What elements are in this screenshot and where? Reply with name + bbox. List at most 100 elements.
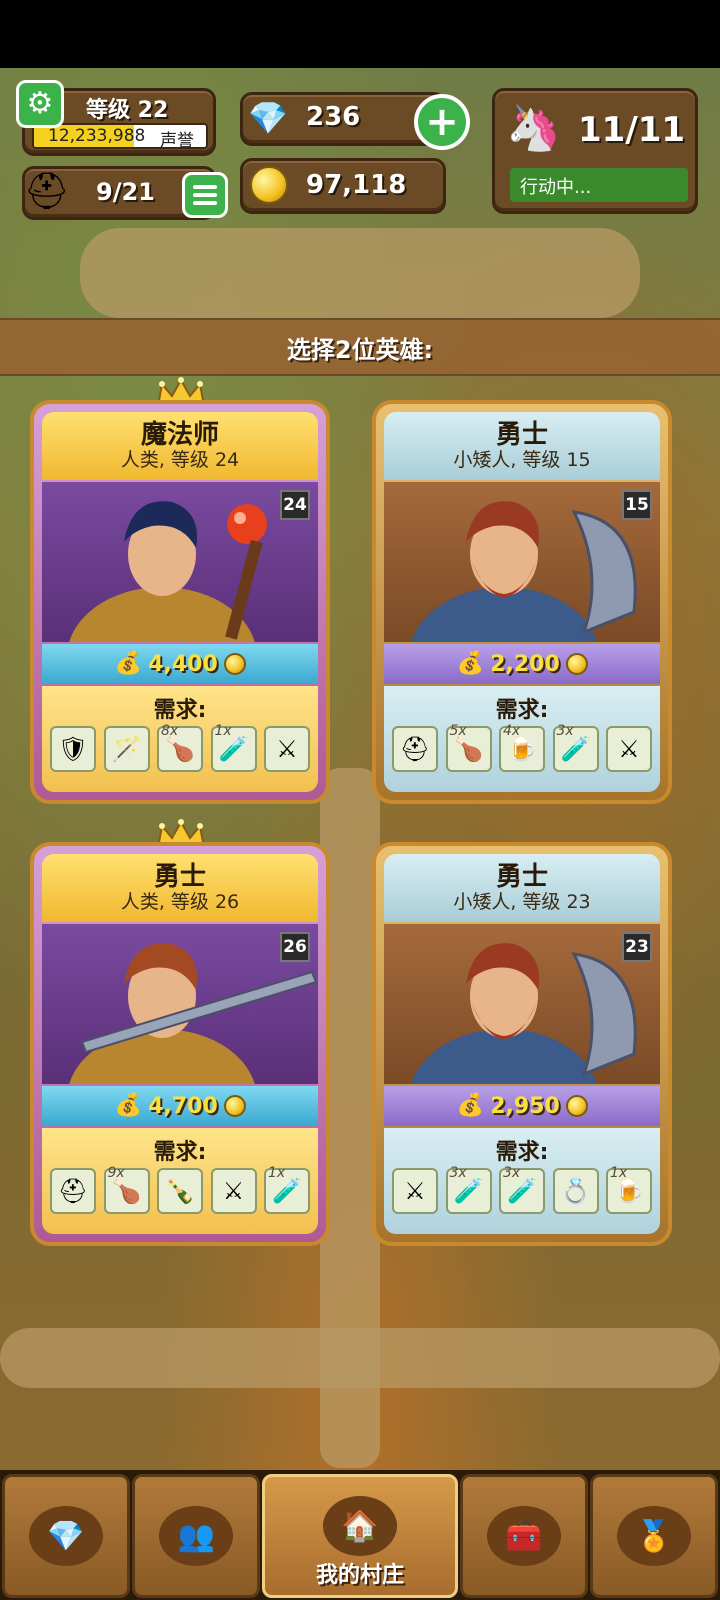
hero-card[interactable]: 勇士 人类, 等级 26 26 💰 4,700 需求: ⛑ 🍗 9x 🍾 ⚔ 🧪… (30, 842, 330, 1246)
requirement-item[interactable]: ⛑ (50, 1168, 96, 1214)
staff-icon: 🪄 (111, 735, 142, 763)
requirement-item[interactable]: 🧪 1x (210, 723, 257, 772)
requirement-item[interactable]: 🍗 9x (103, 1166, 150, 1214)
requirement-item[interactable]: 🍾 (157, 1168, 203, 1214)
nav-heroes-button[interactable]: 👥 (132, 1474, 261, 1598)
requirement-item[interactable]: 🧪 3x (445, 1165, 492, 1214)
requirement-item[interactable]: 🍗 5x (445, 724, 492, 772)
requirement-qty: 4x (503, 723, 521, 739)
energy-status: 行动中... (510, 168, 688, 202)
hero-portrait-art (411, 501, 637, 642)
potion-icon: 🧪 (507, 1177, 537, 1205)
requirement-qty: 1x (268, 1165, 286, 1181)
hero-card-header: 魔法师 人类, 等级 24 (42, 412, 318, 480)
unicorn-icon: 🦄 (506, 103, 561, 154)
hero-card-header: 勇士 小矮人, 等级 15 (384, 412, 660, 480)
heroes-count: 9/21 (96, 178, 155, 206)
requirement-item[interactable]: ⚔ (392, 1168, 438, 1214)
hero-card-inner: 勇士 小矮人, 等级 23 23 💰 2,950 需求: ⚔ 🧪 3x 🧪 3x… (384, 854, 660, 1234)
requirement-qty: 3x (449, 1165, 467, 1181)
hero-price: 💰 2,950 (384, 1086, 660, 1126)
gold-coin-icon (250, 166, 288, 204)
hero-price-value: 2,200 (490, 651, 560, 677)
requirement-items: ⛑ 🍗 5x 🍺 4x 🧪 3x ⚔ (392, 723, 652, 772)
meat-icon: 🍗 (453, 735, 484, 763)
money-bag-icon: 💰 (114, 1093, 142, 1118)
helmet-icon: ⛑ (399, 735, 431, 763)
requirement-item[interactable]: 💍 (552, 1168, 599, 1214)
requirement-item[interactable]: ⛑ (392, 726, 438, 772)
hero-level-badge: 15 (622, 490, 652, 520)
requirements-label: 需求: (153, 1140, 207, 1165)
requirement-items: 🛡 🪄 🍗 8x 🧪 1x ⚔ (50, 723, 310, 772)
hero-level-badge: 26 (280, 932, 310, 962)
hero-card[interactable]: 魔法师 人类, 等级 24 24 💰 4,400 需求: 🛡 🪄 🍗 8x 🧪 … (30, 400, 330, 804)
nav-village-button[interactable]: 🏠 我的村庄 (262, 1474, 458, 1598)
hero-portrait-art (69, 501, 267, 642)
swords-icon: ⚔ (404, 1177, 426, 1205)
hero-price-value: 4,700 (148, 1093, 218, 1119)
requirement-qty: 3x (556, 723, 574, 739)
requirement-item[interactable]: ⚔ (264, 726, 310, 772)
bottom-nav: 💎 👥 🏠 我的村庄 🧰 🏅 (0, 1470, 720, 1600)
hero-class: 魔法师 (140, 420, 219, 451)
prestige-value: 12,233,988 (48, 126, 146, 146)
potion-icon: 🧪 (453, 1177, 484, 1205)
requirement-item[interactable]: 🧪 1x (264, 1165, 310, 1214)
requirements-label: 需求: (153, 698, 207, 723)
buy-gems-button[interactable]: + (414, 94, 470, 150)
requirement-item[interactable]: 🍺 4x (499, 723, 545, 772)
hero-card[interactable]: 勇士 小矮人, 等级 15 15 💰 2,200 需求: ⛑ 🍗 5x 🍺 4x… (372, 400, 672, 804)
nav-disc: 🧰 (486, 1506, 561, 1566)
nav-label: 我的村庄 (315, 1563, 404, 1588)
settings-button[interactable]: ⚙ (16, 80, 64, 128)
requirement-items: ⚔ 🧪 3x 🧪 3x 💍 🍺 1x (392, 1165, 652, 1214)
potion-icon: 🧪 (272, 1177, 302, 1205)
hero-portrait: 23 (384, 924, 660, 1084)
nav-gem-button[interactable]: 💎 (2, 1474, 131, 1598)
hero-class: 勇士 (495, 862, 548, 893)
prestige-label: 声誉 (160, 131, 194, 149)
requirement-qty: 3x (503, 1165, 521, 1181)
banner-text: 选择2位英雄: (286, 335, 434, 364)
requirement-item[interactable]: 🍺 1x (606, 1165, 652, 1214)
requirement-item[interactable]: ⚔ (210, 1168, 257, 1214)
nav-medal-button[interactable]: 🏅 (589, 1474, 718, 1598)
gold-coin-icon (565, 1095, 588, 1117)
hero-list-button[interactable] (182, 172, 228, 218)
armor-icon: 🛡 (57, 735, 89, 763)
nav-disc: 👥 (159, 1506, 234, 1566)
swords-icon: ⚔ (276, 735, 298, 763)
nav-disc: 🏠 (322, 1496, 397, 1556)
hero-card[interactable]: 勇士 小矮人, 等级 23 23 💰 2,950 需求: ⚔ 🧪 3x 🧪 3x… (372, 842, 672, 1246)
hero-card-header: 勇士 人类, 等级 26 (42, 854, 318, 922)
requirement-qty: 1x (214, 723, 232, 739)
requirement-qty: 1x (610, 1165, 628, 1181)
hero-requirements: 需求: ⛑ 🍗 5x 🍺 4x 🧪 3x ⚔ (384, 686, 660, 792)
gold-coin-icon (565, 653, 588, 675)
hero-portrait: 24 (42, 482, 318, 642)
requirement-item[interactable]: 🪄 (103, 726, 150, 772)
hero-card-inner: 勇士 人类, 等级 26 26 💰 4,700 需求: ⛑ 🍗 9x 🍾 ⚔ 🧪… (42, 854, 318, 1234)
requirements-label: 需求: (495, 1140, 549, 1165)
hero-card-inner: 魔法师 人类, 等级 24 24 💰 4,400 需求: 🛡 🪄 🍗 8x 🧪 … (42, 412, 318, 792)
hero-level-badge: 23 (622, 932, 652, 962)
money-bag-icon: 💰 (456, 1093, 484, 1118)
requirement-item[interactable]: 🛡 (50, 726, 96, 772)
nav-chest-button[interactable]: 🧰 (459, 1474, 588, 1598)
requirement-item[interactable]: ⚔ (606, 726, 652, 772)
requirement-item[interactable]: 🧪 3x (552, 723, 599, 772)
hero-requirements: 需求: 🛡 🪄 🍗 8x 🧪 1x ⚔ (42, 686, 318, 792)
requirement-item[interactable]: 🍗 8x (157, 724, 203, 772)
hero-requirements: 需求: ⚔ 🧪 3x 🧪 3x 💍 🍺 1x (384, 1128, 660, 1234)
hero-race-level: 小矮人, 等级 15 (453, 448, 591, 471)
plus-icon: + (425, 99, 459, 145)
requirement-items: ⛑ 🍗 9x 🍾 ⚔ 🧪 1x (50, 1165, 310, 1214)
requirement-item[interactable]: 🧪 3x (499, 1165, 545, 1214)
hero-race-level: 小矮人, 等级 23 (453, 890, 591, 913)
dirt-path (80, 228, 640, 318)
knight-helmet-icon: ⛑ (24, 171, 70, 212)
money-bag-icon: 💰 (456, 651, 484, 676)
hero-class: 勇士 (495, 420, 548, 451)
diamond-icon: 💎 (248, 99, 288, 137)
